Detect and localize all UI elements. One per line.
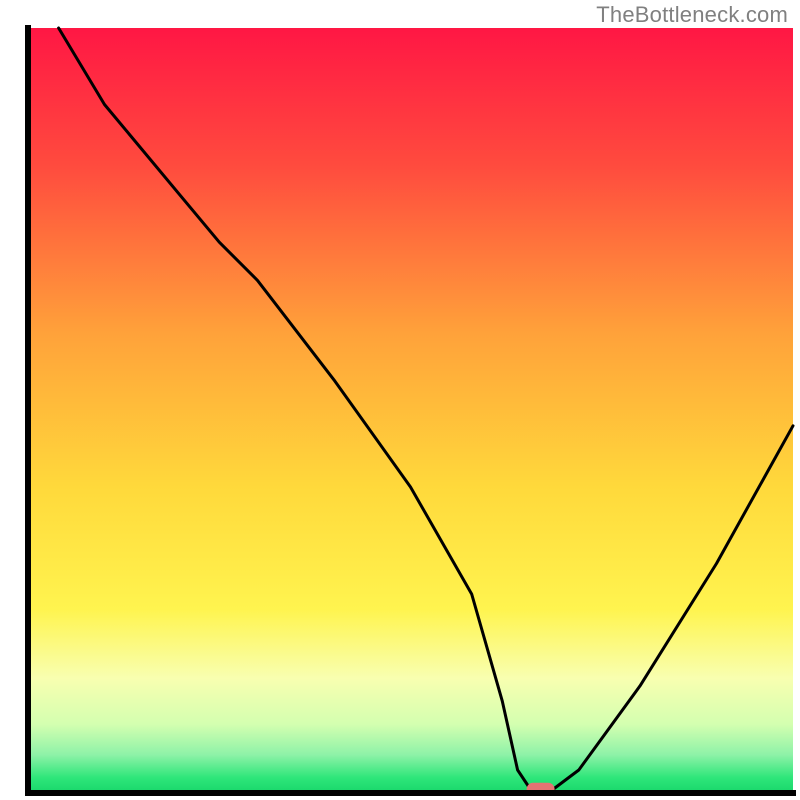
chart-svg	[0, 0, 800, 800]
watermark-text: TheBottleneck.com	[596, 2, 788, 28]
gradient-background	[28, 28, 793, 793]
bottleneck-chart: TheBottleneck.com	[0, 0, 800, 800]
